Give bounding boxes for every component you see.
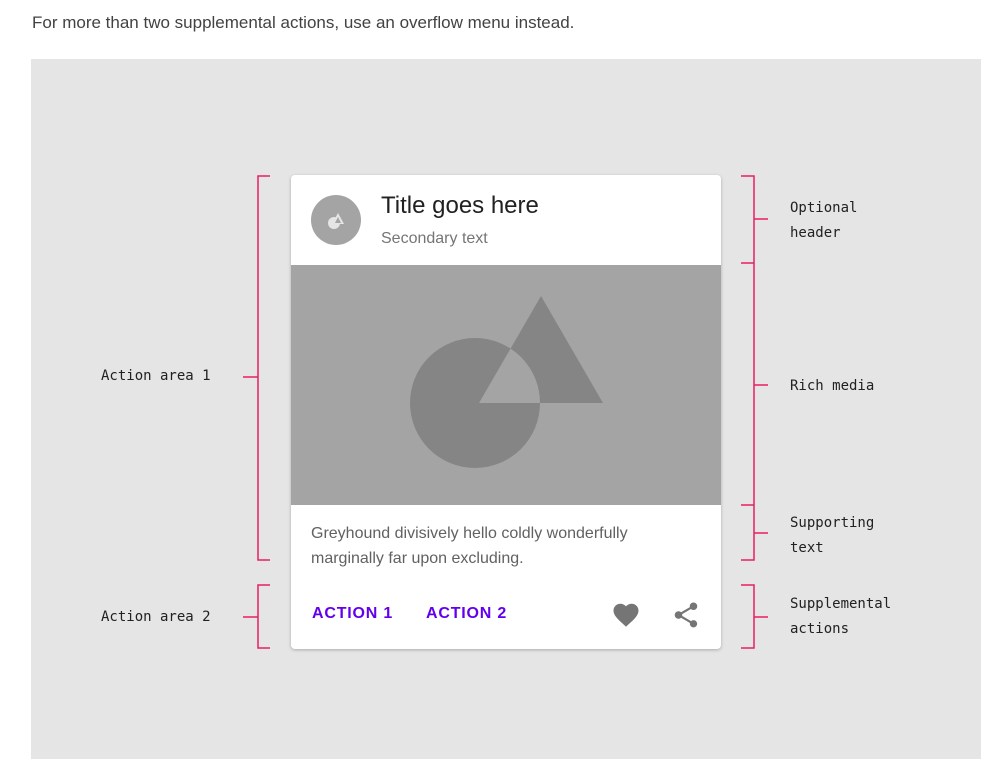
intro-text: For more than two supplemental actions, … <box>32 13 575 32</box>
avatar <box>311 195 361 245</box>
supporting-text-line1: Greyhound divisively hello coldly wonder… <box>311 525 628 542</box>
label-supplemental-actions: Supplemental actions <box>790 592 891 642</box>
share-button[interactable] <box>671 600 701 630</box>
label-supplemental-actions-line1: Supplemental <box>790 596 892 612</box>
label-supporting-text: Supporting text <box>790 511 874 561</box>
favorite-button[interactable] <box>611 600 641 630</box>
media-placeholder-shapes <box>410 296 603 468</box>
bracket-content-areas <box>741 175 755 561</box>
card-header: Title goes here Secondary text <box>291 175 721 265</box>
bracket-supplemental-actions <box>741 584 755 649</box>
rich-media <box>291 265 721 505</box>
bracket-action-area-1 <box>257 175 270 561</box>
card-secondary-text: Secondary text <box>381 230 488 247</box>
label-optional-header: Optional header <box>790 196 857 246</box>
supporting-text-line2: marginally far upon excluding. <box>311 550 524 567</box>
label-supplemental-actions-line2: actions <box>790 621 850 637</box>
supporting-text: Greyhound divisively hello coldly wonder… <box>311 521 701 571</box>
action-2-button[interactable]: ACTION 2 <box>426 605 507 623</box>
example-card[interactable]: Title goes here Secondary text Greyhound… <box>291 175 721 649</box>
bracket-action-area-2 <box>257 584 270 649</box>
card-title: Title goes here <box>381 192 539 219</box>
card-actions: ACTION 1 ACTION 2 <box>291 585 721 649</box>
share-icon <box>674 602 698 628</box>
heart-icon <box>613 603 639 627</box>
card-anatomy-figure: Action area 1 Action area 2 Optional hea… <box>31 59 981 759</box>
label-rich-media: Rich media <box>790 378 875 394</box>
action-1-button[interactable]: ACTION 1 <box>312 605 393 623</box>
label-optional-header-line1: Optional <box>790 200 858 216</box>
label-action-area-1: Action area 1 <box>101 368 211 384</box>
avatar-shapes-icon <box>328 213 344 229</box>
label-supporting-text-line1: Supporting <box>790 515 875 531</box>
label-optional-header-line2: header <box>790 225 841 241</box>
label-supporting-text-line2: text <box>790 540 824 556</box>
label-action-area-2: Action area 2 <box>101 609 211 625</box>
